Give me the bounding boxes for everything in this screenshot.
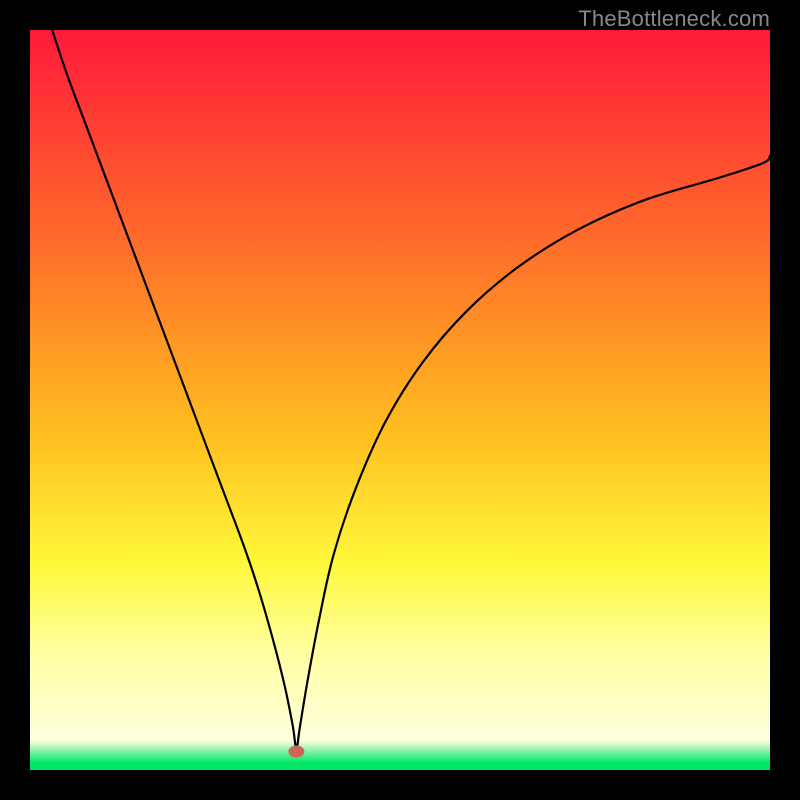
plot-area bbox=[30, 30, 770, 770]
chart-svg bbox=[30, 30, 770, 770]
chart-frame: TheBottleneck.com bbox=[0, 0, 800, 800]
min-marker bbox=[288, 746, 304, 758]
gradient-bg bbox=[30, 30, 770, 770]
watermark-text: TheBottleneck.com bbox=[578, 6, 770, 32]
